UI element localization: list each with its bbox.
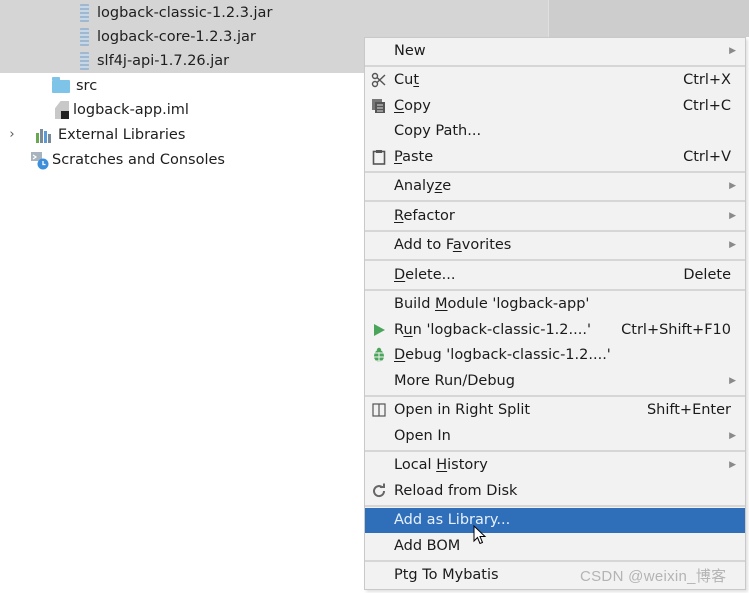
chevron-right-icon[interactable]: › <box>6 123 18 147</box>
menu-item-analyze[interactable]: Analyze ▶ <box>365 174 745 200</box>
libraries-icon <box>36 127 54 143</box>
menu-item-label: Ptg To Mybatis <box>394 567 499 584</box>
mouse-cursor-icon <box>473 524 487 545</box>
menu-item-label: Debug 'logback-classic-1.2....' <box>394 347 611 364</box>
tree-item-src[interactable]: src <box>52 74 97 98</box>
submenu-arrow-icon: ▶ <box>729 210 736 221</box>
menu-item-label: More Run/Debug <box>394 372 515 389</box>
tree-item-label: slf4j-api-1.7.26.jar <box>97 53 230 69</box>
tree-item-slf4j-api-jar[interactable]: slf4j-api-1.7.26.jar <box>76 49 229 73</box>
jar-icon <box>80 52 89 70</box>
split-icon <box>370 401 388 419</box>
menu-item-copy-path[interactable]: Copy Path... <box>365 119 745 145</box>
tree-item-label: logback-app.iml <box>73 102 189 118</box>
menu-item-add-to-favorites[interactable]: Add to Favorites ▶ <box>365 233 745 259</box>
submenu-arrow-icon: ▶ <box>729 375 736 386</box>
menu-item-label: Copy <box>394 97 431 114</box>
menu-item-new[interactable]: New ▶ <box>365 38 745 64</box>
menu-item-label: Open in Right Split <box>394 402 531 419</box>
menu-item-label: Local History <box>394 457 488 474</box>
tree-item-label: Scratches and Consoles <box>52 152 225 168</box>
folder-icon <box>52 76 70 93</box>
menu-item-label: Analyze <box>394 178 452 195</box>
menu-item-open-in[interactable]: Open In ▶ <box>365 423 745 449</box>
menu-item-label: Build Module 'logback-app' <box>394 296 590 313</box>
menu-item-add-bom[interactable]: Add BOM <box>365 533 745 559</box>
menu-item-delete[interactable]: Delete... Delete <box>365 262 745 288</box>
tree-item-logback-classic-jar[interactable]: logback-classic-1.2.3.jar <box>76 1 272 25</box>
menu-item-reload-from-disk[interactable]: Reload from Disk <box>365 478 745 504</box>
submenu-arrow-icon: ▶ <box>729 460 736 471</box>
editor-gutter-area <box>548 0 749 37</box>
tree-item-label: External Libraries <box>58 127 186 143</box>
iml-file-icon <box>55 101 69 119</box>
menu-item-build-module-logback-app[interactable]: Build Module 'logback-app' <box>365 292 745 318</box>
copy-icon <box>370 97 388 115</box>
menu-item-label: Cut <box>394 72 420 89</box>
submenu-arrow-icon: ▶ <box>729 45 736 56</box>
menu-item-debug-logback-classic-1-2[interactable]: Debug 'logback-classic-1.2....' <box>365 343 745 369</box>
menu-item-label: Copy Path... <box>394 123 482 140</box>
watermark: CSDN @weixin_博客 <box>580 568 727 585</box>
reload-icon <box>370 482 388 500</box>
tree-item-label: src <box>76 78 98 94</box>
submenu-arrow-icon: ▶ <box>729 181 736 192</box>
menu-item-run-logback-classic-1-2[interactable]: Run 'logback-classic-1.2....' Ctrl+Shift+… <box>365 317 745 343</box>
menu-item-label: Delete... <box>394 266 456 283</box>
tree-item-label: logback-classic-1.2.3.jar <box>97 5 273 21</box>
run-icon <box>370 321 388 339</box>
context-menu: New ▶ Cut Ctrl+X Copy Ctrl+C Copy Path... Paste… <box>364 37 746 590</box>
submenu-arrow-icon: ▶ <box>729 430 736 441</box>
menu-item-refactor[interactable]: Refactor ▶ <box>365 203 745 229</box>
menu-item-label: Open In <box>394 427 451 444</box>
menu-item-shortcut: Ctrl+Shift+F10 <box>621 321 731 338</box>
menu-item-shortcut: Ctrl+V <box>683 148 731 165</box>
menu-item-shortcut: Ctrl+X <box>683 72 731 89</box>
debug-icon <box>370 346 388 364</box>
tree-item-external-libraries[interactable]: › External Libraries <box>6 123 185 147</box>
menu-item-shortcut: Shift+Enter <box>646 402 731 419</box>
tree-item-logback-app-iml[interactable]: logback-app.iml <box>55 98 189 122</box>
menu-item-label: Add to Favorites <box>394 237 512 254</box>
menu-item-label: Add BOM <box>394 537 461 554</box>
menu-item-local-history[interactable]: Local History ▶ <box>365 453 745 479</box>
clipboard-icon <box>370 148 388 166</box>
menu-item-label: Reload from Disk <box>394 482 518 499</box>
menu-item-label: Paste <box>394 148 434 165</box>
menu-item-add-as-library[interactable]: Add as Library... <box>365 507 745 533</box>
jar-icon <box>80 4 89 22</box>
menu-item-paste[interactable]: Paste Ctrl+V <box>365 144 745 170</box>
menu-item-more-run-debug[interactable]: More Run/Debug ▶ <box>365 368 745 394</box>
menu-item-copy[interactable]: Copy Ctrl+C <box>365 93 745 119</box>
tree-item-logback-core-jar[interactable]: logback-core-1.2.3.jar <box>76 25 256 49</box>
menu-item-label: Add as Library... <box>394 512 511 529</box>
menu-item-label: Run 'logback-classic-1.2....' <box>394 321 591 338</box>
menu-item-label: Refactor <box>394 207 455 224</box>
menu-item-shortcut: Delete <box>683 266 731 283</box>
menu-item-label: New <box>394 42 426 59</box>
scissors-icon <box>370 71 388 89</box>
tree-item-label: logback-core-1.2.3.jar <box>97 29 256 45</box>
scratches-icon <box>30 151 49 170</box>
jar-icon <box>80 28 89 46</box>
menu-item-shortcut: Ctrl+C <box>682 97 731 114</box>
submenu-arrow-icon: ▶ <box>729 240 736 251</box>
tree-item-scratches[interactable]: Scratches and Consoles <box>30 148 225 172</box>
menu-item-cut[interactable]: Cut Ctrl+X <box>365 68 745 94</box>
menu-item-open-in-right-split[interactable]: Open in Right Split Shift+Enter <box>365 398 745 424</box>
